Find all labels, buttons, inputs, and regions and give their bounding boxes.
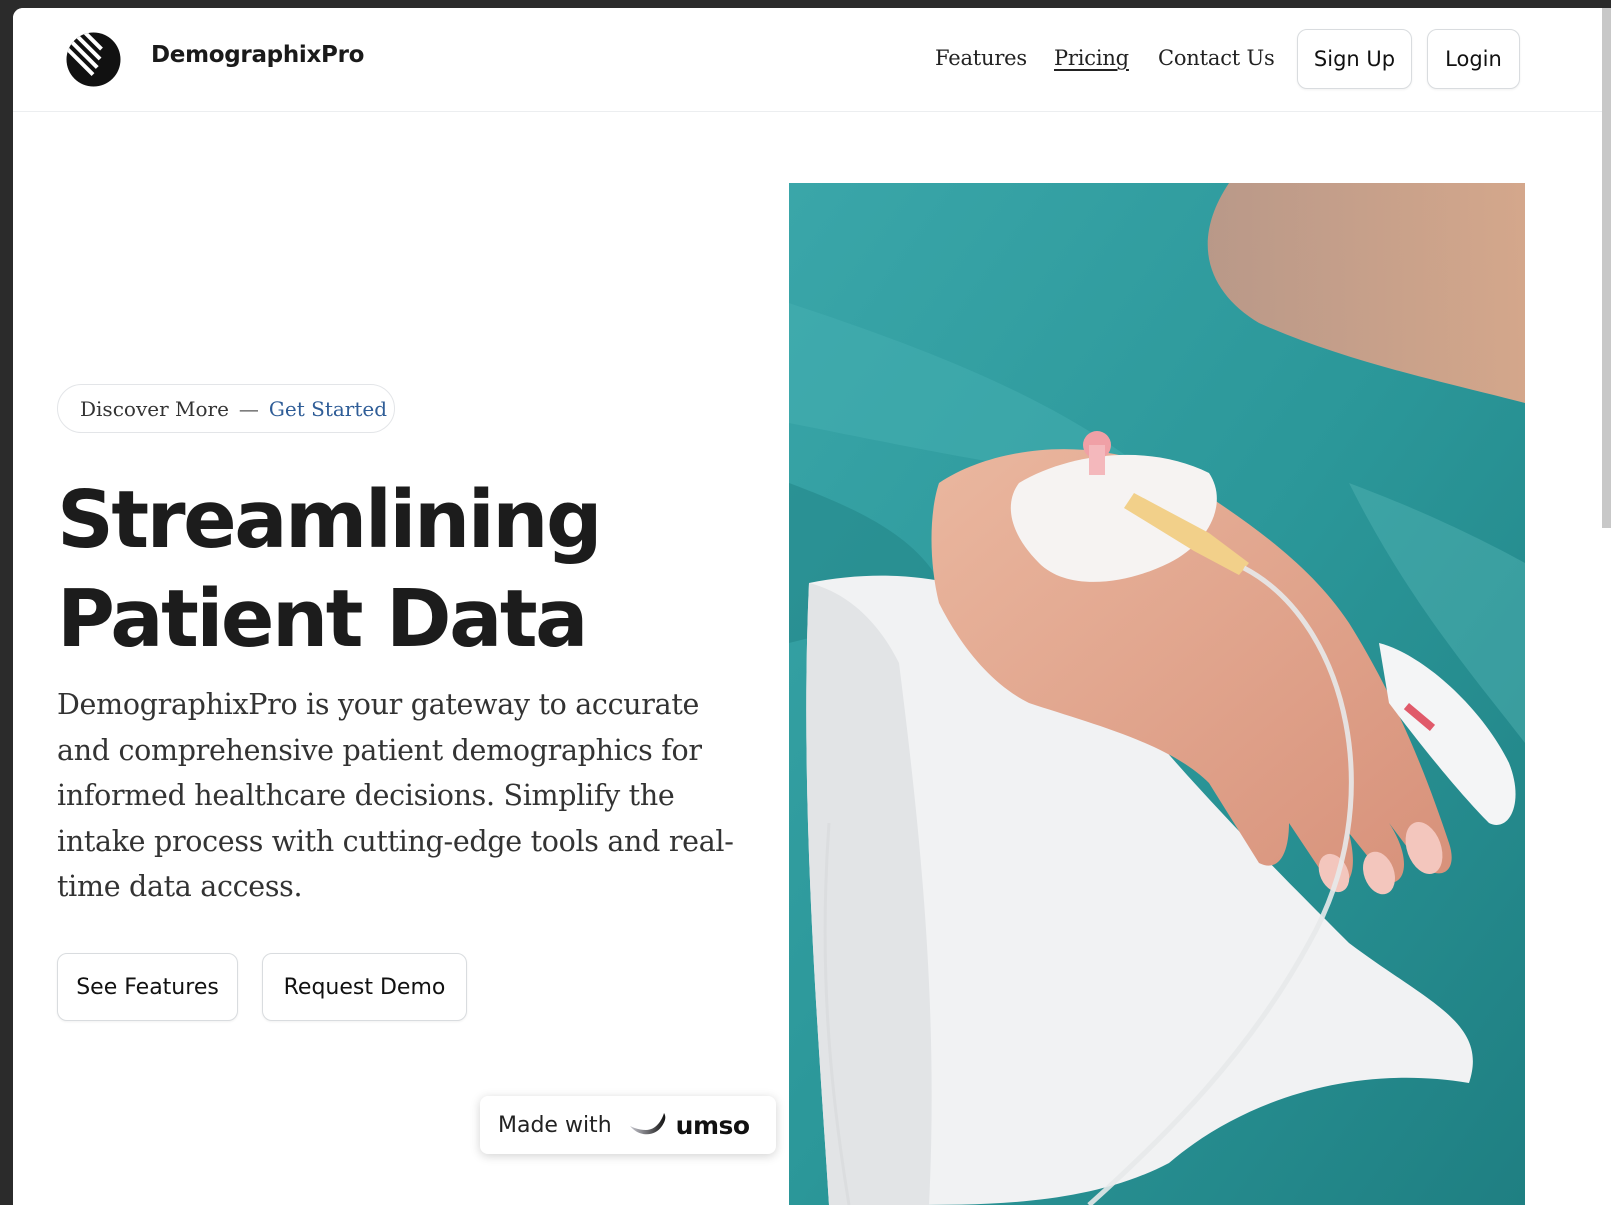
discover-pill[interactable]: Discover More — Get Started <box>57 384 395 433</box>
site-header: DemographixPro Features Pricing Contact … <box>13 8 1611 112</box>
hero-title: Streamlining Patient Data <box>57 471 757 669</box>
sign-up-button[interactable]: Sign Up <box>1297 29 1412 89</box>
hero-description: DemographixPro is your gateway to accura… <box>57 688 734 904</box>
browser-window: DemographixPro Features Pricing Contact … <box>13 8 1611 1205</box>
get-started-link[interactable]: Get Started <box>269 397 387 421</box>
umso-swoosh-icon <box>628 1112 668 1138</box>
nav-features[interactable]: Features <box>935 46 1027 70</box>
request-demo-button[interactable]: Request Demo <box>262 953 467 1021</box>
pill-text: Discover More <box>80 396 229 421</box>
brand-name[interactable]: DemographixPro <box>151 42 364 68</box>
nav-pricing[interactable]: Pricing <box>1054 46 1129 70</box>
hero-title-line-1: Streamlining <box>57 474 603 566</box>
hero-title-line-2: Patient Data <box>57 573 588 665</box>
see-features-button[interactable]: See Features <box>57 953 238 1021</box>
badge-prefix: Made with <box>498 1112 612 1138</box>
badge-brand: umso <box>675 1110 750 1140</box>
hero-photo <box>789 183 1525 1205</box>
made-with-umso-badge[interactable]: Made with umso <box>480 1096 776 1154</box>
login-button[interactable]: Login <box>1427 29 1520 89</box>
nav-contact-us[interactable]: Contact Us <box>1158 46 1275 70</box>
page-scrollbar[interactable] <box>1602 8 1611 528</box>
pill-separator: — <box>238 396 259 421</box>
patient-iv-hand-image <box>789 183 1525 1205</box>
striped-circle-logo-icon[interactable] <box>66 32 121 87</box>
